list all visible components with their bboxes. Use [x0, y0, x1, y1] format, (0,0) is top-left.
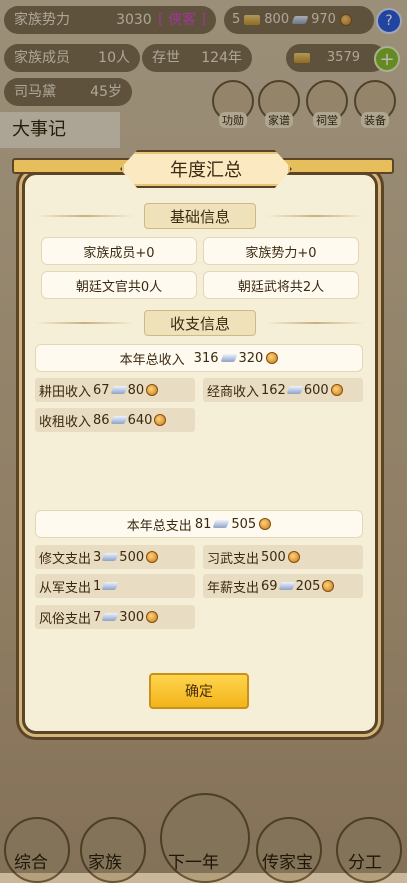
expense-item: 从军支出 1: [35, 574, 195, 598]
dialog-title: 年度汇总: [120, 150, 292, 188]
divider: [266, 215, 365, 217]
coin-icon: [287, 551, 300, 563]
silver-icon: [220, 354, 237, 362]
income-item: 收租收入 86 640: [35, 408, 195, 432]
total-expense-row: 本年总支出 81 505: [35, 510, 363, 538]
divider: [35, 215, 134, 217]
income-item-label: 耕田收入: [39, 384, 92, 400]
income-item-coin: 640: [127, 412, 153, 428]
basic-civil-officials: 朝廷文官共0人: [41, 271, 197, 299]
basic-members-change: 家族成员+0: [41, 237, 197, 265]
expense-item-silver: 7: [93, 609, 102, 625]
total-income-row: 本年总收入 316 320: [35, 344, 363, 372]
total-income-silver: 316: [193, 350, 219, 366]
total-income-coin: 320: [238, 350, 264, 366]
income-item: 耕田收入 67 80: [35, 378, 195, 402]
basic-info-header: 基础信息: [25, 203, 375, 229]
silver-icon: [278, 582, 296, 590]
income-item-label: 收租收入: [39, 414, 92, 430]
income-item-coin: 80: [127, 382, 145, 398]
expense-item-coin: 205: [295, 578, 321, 594]
income-item-silver: 67: [93, 382, 110, 398]
expense-item-coin: 500: [119, 549, 145, 565]
coin-icon: [330, 384, 343, 396]
coin-icon: [146, 611, 159, 623]
expense-item-label: 年薪支出: [207, 580, 260, 596]
expense-item-silver: 1: [93, 578, 102, 594]
basic-power-change: 家族势力+0: [203, 237, 359, 265]
coin-icon: [154, 414, 167, 426]
total-income-label: 本年总收入: [119, 352, 185, 368]
annual-summary-dialog: 基础信息 家族成员+0 家族势力+0 朝廷文官共0人 朝廷武将共2人 收支信息 …: [22, 172, 378, 734]
expense-item: 风俗支出 7 300: [35, 605, 195, 629]
income-item-coin: 600: [303, 382, 329, 398]
silver-icon: [110, 386, 128, 394]
expense-item-silver: 3: [93, 549, 102, 565]
expense-item: 年薪支出 69 205: [203, 574, 363, 598]
coin-icon: [266, 352, 279, 364]
income-item-label: 经商收入: [207, 384, 260, 400]
divider: [266, 322, 365, 324]
expense-item-label: 修文支出: [39, 551, 92, 567]
expense-item-label: 风俗支出: [39, 611, 92, 627]
divider: [35, 322, 134, 324]
income-item-silver: 162: [261, 382, 286, 398]
expense-item-coin: 500: [261, 549, 286, 565]
total-expense-coin: 505: [231, 516, 257, 532]
silver-icon: [110, 416, 128, 424]
basic-info-title: 基础信息: [144, 203, 256, 229]
expense-item-silver: 69: [261, 578, 278, 594]
silver-icon: [101, 582, 119, 590]
expense-item-coin: 300: [119, 609, 145, 625]
coin-icon: [259, 518, 272, 530]
income-item: 经商收入 162 600: [203, 378, 363, 402]
total-expense-silver: 81: [194, 516, 212, 532]
silver-icon: [101, 613, 119, 621]
coin-icon: [322, 580, 335, 592]
silver-icon: [286, 386, 304, 394]
dialog-header-ribbon: 年度汇总: [12, 150, 394, 188]
expense-item-label: 从军支出: [39, 580, 92, 596]
confirm-button[interactable]: 确定: [149, 673, 249, 709]
finance-info-title: 收支信息: [144, 310, 256, 336]
expense-item: 习武支出 500: [203, 545, 363, 569]
coin-icon: [146, 551, 159, 563]
silver-icon: [212, 520, 230, 528]
expense-item-label: 习武支出: [207, 551, 260, 567]
expense-item: 修文支出 3 500: [35, 545, 195, 569]
silver-icon: [101, 553, 119, 561]
basic-military-generals: 朝廷武将共2人: [203, 271, 359, 299]
total-expense-label: 本年总支出: [126, 518, 192, 534]
income-item-silver: 86: [93, 412, 110, 428]
finance-info-header: 收支信息: [25, 310, 375, 336]
coin-icon: [146, 384, 159, 396]
